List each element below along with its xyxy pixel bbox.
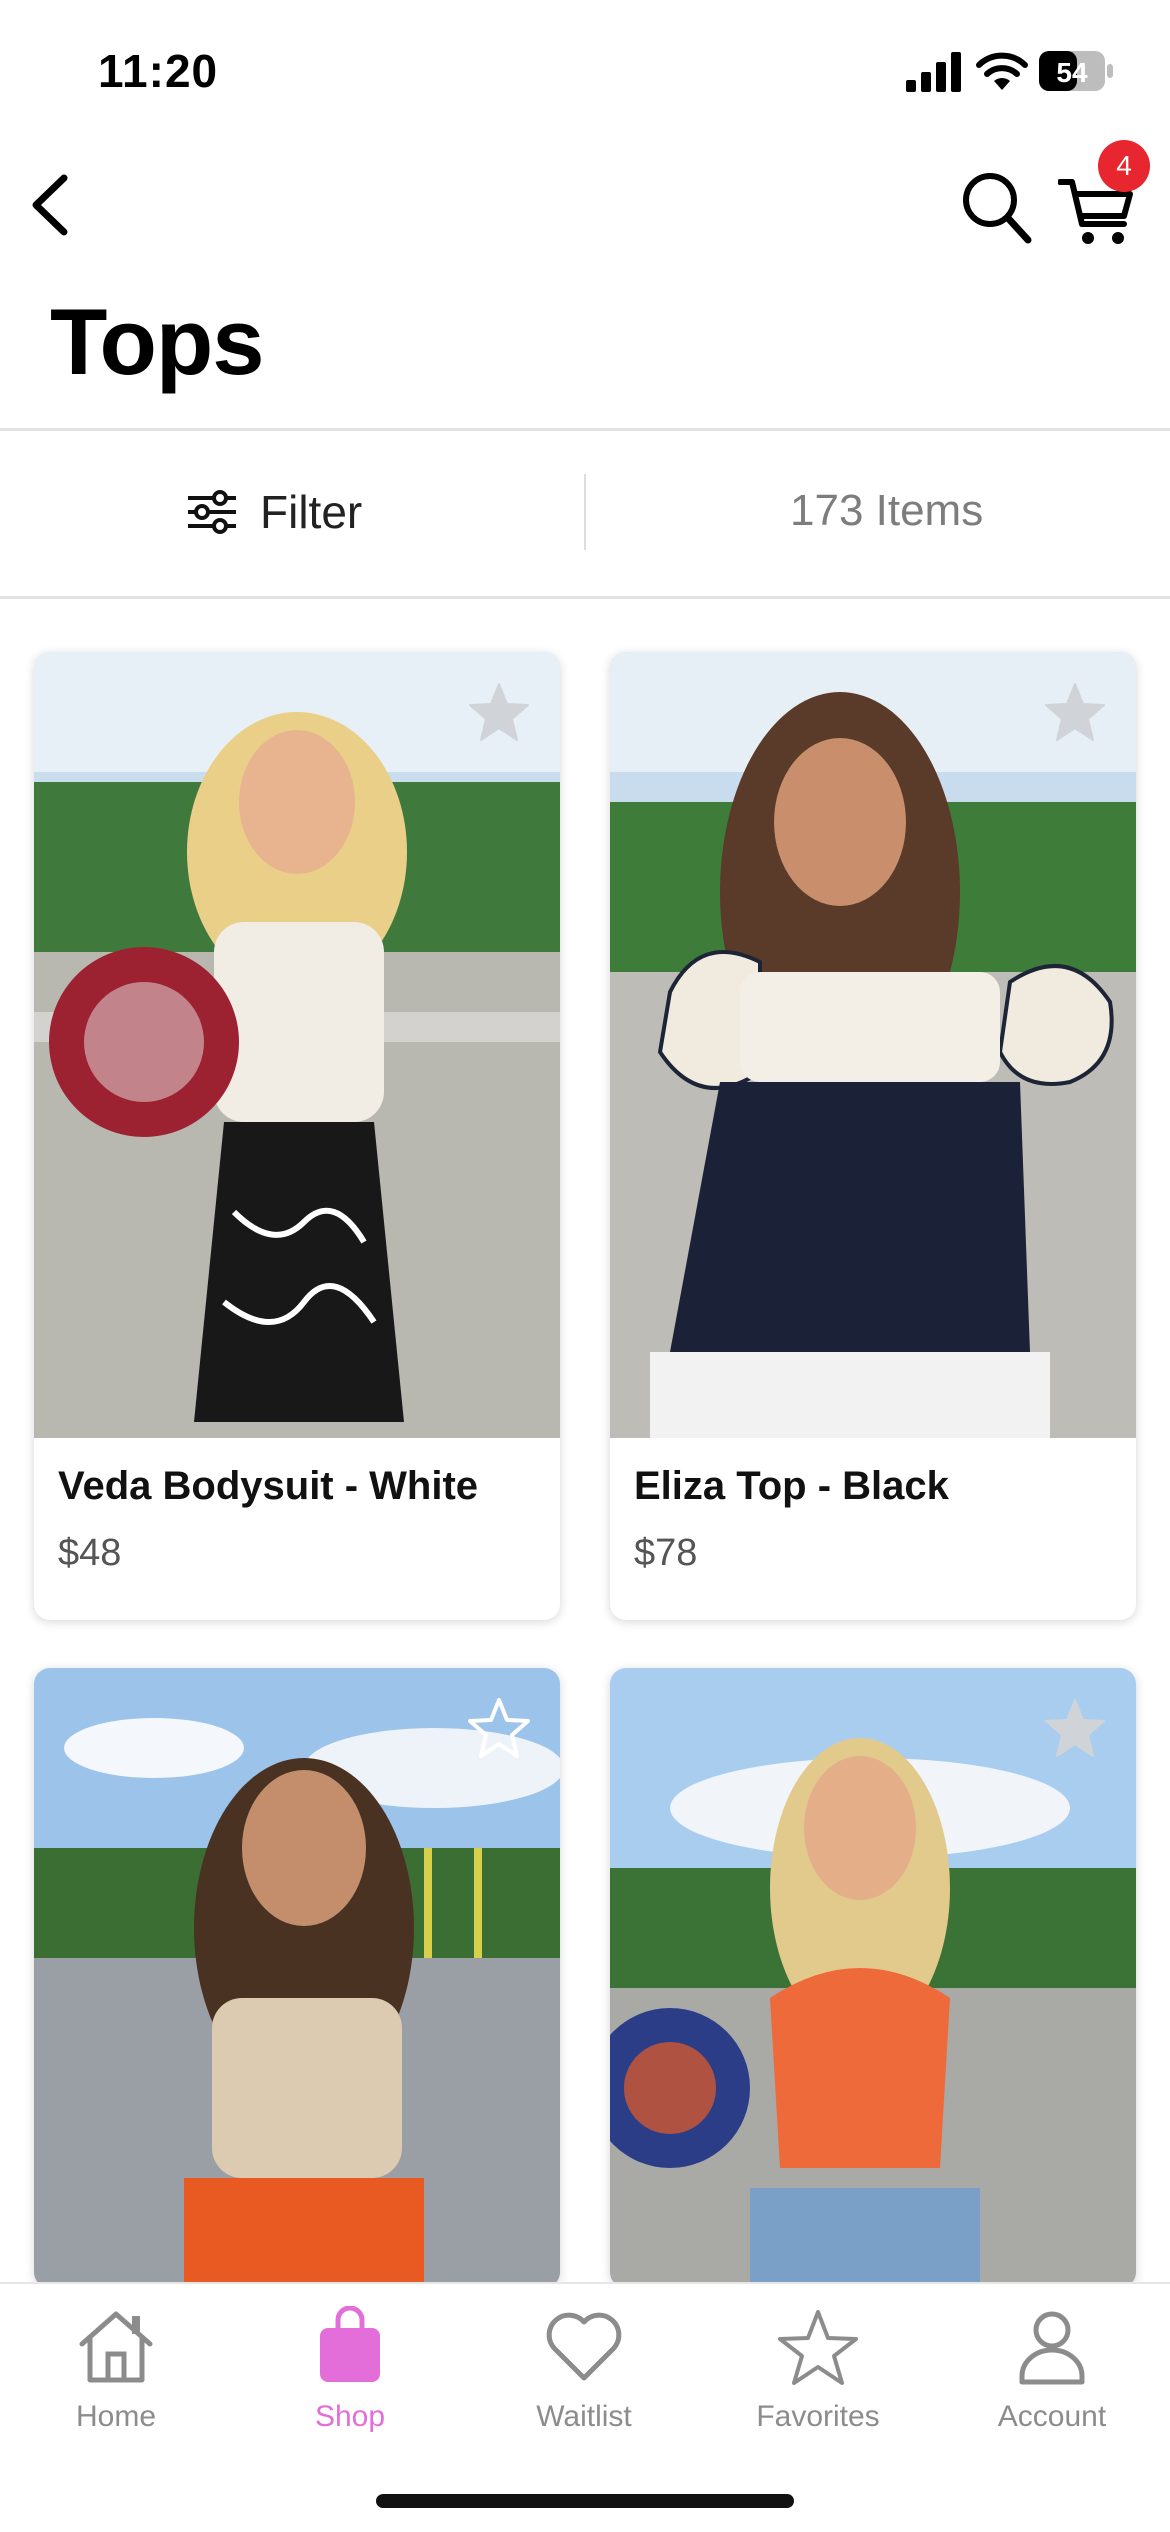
wifi-icon xyxy=(976,52,1028,90)
divider xyxy=(584,474,586,550)
user-icon xyxy=(1019,2311,1085,2385)
cart-count-badge: 4 xyxy=(1098,140,1150,192)
star-icon xyxy=(778,2310,858,2385)
tab-favorites[interactable]: Favorites xyxy=(718,2306,918,2446)
back-chevron-icon[interactable] xyxy=(20,170,80,240)
battery-icon: 54 xyxy=(1039,51,1113,91)
tab-label: Account xyxy=(997,2400,1107,2433)
product-image[interactable] xyxy=(610,652,1136,1438)
favorite-star-icon[interactable] xyxy=(1042,1696,1108,1762)
filter-button[interactable]: Filter xyxy=(186,480,362,544)
product-image[interactable] xyxy=(34,652,560,1438)
status-time: 11:20 xyxy=(98,45,219,97)
sliders-icon xyxy=(188,490,236,534)
product-card[interactable]: Veda Bodysuit - White $48 xyxy=(34,652,560,1620)
product-card[interactable] xyxy=(610,1668,1136,2288)
cellular-signal-icon xyxy=(906,52,961,92)
battery-level: 54 xyxy=(1056,57,1088,88)
product-name: Eliza Top - Black xyxy=(634,1464,949,1508)
divider xyxy=(0,596,1170,599)
tab-bar: Home Shop Waitlist Favorites Account xyxy=(0,2282,1170,2532)
tab-account[interactable]: Account xyxy=(952,2306,1152,2446)
home-icon xyxy=(79,2311,153,2383)
tab-label: Home xyxy=(75,2400,157,2433)
home-indicator[interactable] xyxy=(376,2494,794,2508)
tab-home[interactable]: Home xyxy=(16,2306,216,2446)
product-price: $78 xyxy=(634,1532,698,1574)
shopping-bag-icon xyxy=(320,2306,380,2382)
favorite-star-icon[interactable] xyxy=(466,680,532,746)
heart-icon xyxy=(546,2312,622,2381)
product-card[interactable] xyxy=(34,1668,560,2288)
product-price: $48 xyxy=(58,1532,122,1574)
tab-label: Shop xyxy=(314,2400,386,2433)
item-count: 173 Items xyxy=(790,486,984,535)
tab-shop[interactable]: Shop xyxy=(250,2306,450,2446)
favorite-star-icon[interactable] xyxy=(1042,680,1108,746)
tab-waitlist[interactable]: Waitlist xyxy=(484,2306,684,2446)
divider xyxy=(0,428,1170,431)
search-icon[interactable] xyxy=(960,168,1032,244)
favorite-star-icon[interactable] xyxy=(466,1696,532,1762)
status-bar: 11:20 54 xyxy=(0,0,1170,140)
filter-label: Filter xyxy=(260,486,363,538)
tab-label: Favorites xyxy=(756,2400,880,2433)
tab-label: Waitlist xyxy=(536,2400,632,2433)
page-title: Tops xyxy=(50,289,265,394)
product-name: Veda Bodysuit - White xyxy=(58,1464,479,1508)
product-card[interactable]: Eliza Top - Black $78 xyxy=(610,652,1136,1620)
